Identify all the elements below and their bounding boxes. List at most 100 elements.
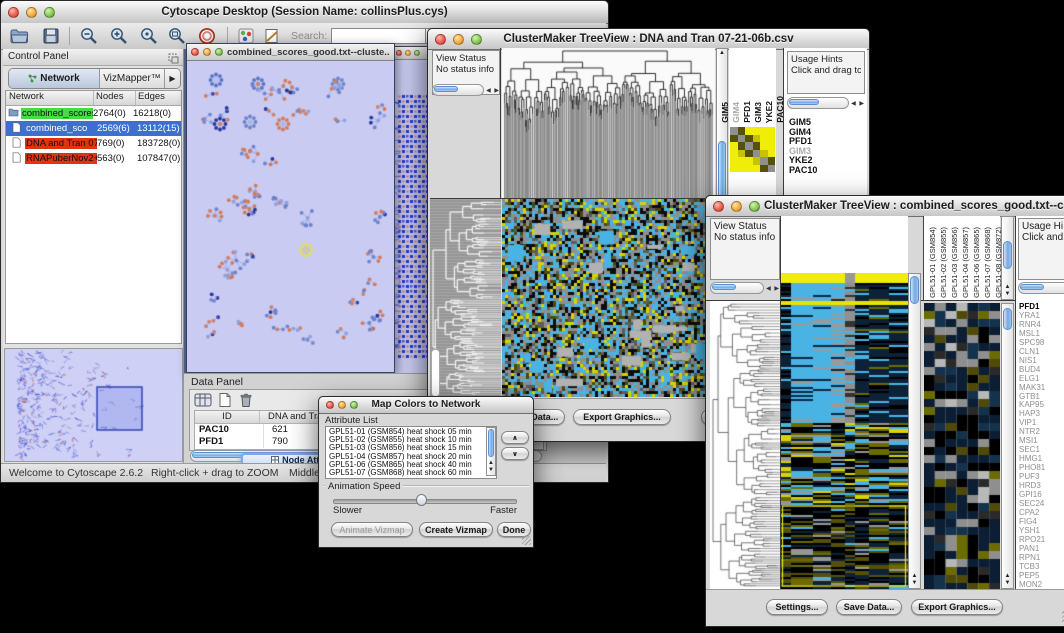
tv1-matrix-cell[interactable] <box>730 157 738 165</box>
tv1-matrix-cell[interactable] <box>730 150 738 158</box>
tv2-gene-label[interactable]: HAP3 <box>1019 410 1064 419</box>
move-up-button[interactable]: ∧ <box>501 431 529 444</box>
tab-network[interactable]: Network <box>9 69 100 88</box>
attribute-list-item[interactable]: GPL51-01 (GSM854) heat shock 05 min <box>327 428 485 436</box>
network-canvas[interactable] <box>188 62 391 370</box>
tv1-matrix-cell[interactable] <box>760 165 768 173</box>
tv1-matrix-cell[interactable] <box>760 135 768 143</box>
tv1-matrix-cell[interactable] <box>760 157 768 165</box>
tv1-matrix-cell[interactable] <box>738 165 746 173</box>
zoom-window-icon[interactable] <box>414 50 420 56</box>
tv2-gene-label[interactable]: GTB1 <box>1019 393 1064 402</box>
close-icon[interactable] <box>191 48 199 56</box>
tv1-column-label[interactable]: GIM3 <box>753 102 763 123</box>
tv2-gene-label[interactable]: MAK31 <box>1019 384 1064 393</box>
create-vizmap-button[interactable]: Create Vizmap <box>419 522 493 537</box>
zoom-window-icon[interactable] <box>749 201 760 212</box>
animate-vizmap-button[interactable]: Animate Vizmap <box>331 522 413 537</box>
minimize-icon[interactable] <box>405 50 411 56</box>
tv1-matrix-cell[interactable] <box>730 165 738 173</box>
tv1-matrix-cell[interactable] <box>753 135 761 143</box>
tv1-matrix-cell[interactable] <box>745 165 753 173</box>
tv1-status-hscrollbar[interactable]: ◀ ▶ <box>432 84 500 96</box>
tv2-hints-hscrollbar[interactable] <box>1018 282 1064 294</box>
tv2-gene-label[interactable]: HMG1 <box>1019 455 1064 464</box>
tv2-gene-label[interactable]: RNR4 <box>1019 321 1064 330</box>
tv2-gene-label[interactable]: PAN1 <box>1019 545 1064 554</box>
tv2-gene-label[interactable]: HRD3 <box>1019 482 1064 491</box>
tv2-gene-label[interactable]: PEP5 <box>1019 572 1064 581</box>
attribute-list-item[interactable]: GPL51-04 (GSM857) heat shock 20 min <box>327 453 485 461</box>
col-id[interactable]: ID <box>195 411 260 423</box>
network-name[interactable]: RNAPuberNov2+ <box>25 153 97 164</box>
attribute-list-vscrollbar[interactable]: ▲▼ <box>486 427 496 476</box>
tv2-zoom-heatmap[interactable] <box>924 303 1000 589</box>
tv2-gene-label[interactable]: PUF3 <box>1019 473 1064 482</box>
col-edges[interactable]: Edges <box>136 91 181 105</box>
tv1-matrix-cell[interactable] <box>738 142 746 150</box>
tv1-export-graphics-button[interactable]: Export Graphics... <box>573 409 671 425</box>
tv1-matrix-cell[interactable] <box>738 157 746 165</box>
open-file-button[interactable] <box>9 26 29 51</box>
tv1-column-dendrogram[interactable] <box>502 48 715 198</box>
tv2-export-graphics-button[interactable]: Export Graphics... <box>911 599 1003 615</box>
tv1-matrix-cell[interactable] <box>745 142 753 150</box>
tv2-gene-label[interactable]: NTR2 <box>1019 428 1064 437</box>
attribute-list-item[interactable]: GPL51-03 (GSM856) heat shock 15 min <box>327 444 485 452</box>
tv1-left-dendro-scrollbar[interactable] <box>431 349 440 397</box>
tv1-matrix-cell[interactable] <box>768 135 776 143</box>
tv1-matrix-cell[interactable] <box>738 127 746 135</box>
tv2-gene-label[interactable]: CLN1 <box>1019 348 1064 357</box>
tv1-gene-label[interactable]: GIM4 <box>789 128 865 138</box>
tv2-save-data-button[interactable]: Save Data... <box>836 599 902 615</box>
tv1-matrix-cell[interactable] <box>768 127 776 135</box>
tv2-labels-vscrollbar[interactable]: ▲▼ <box>1001 216 1014 300</box>
tv1-matrix-cell[interactable] <box>753 157 761 165</box>
search-input[interactable] <box>331 28 429 44</box>
attribute-list-item[interactable]: GPL51-06 (GSM865) heat shock 40 min <box>327 461 485 469</box>
tv2-gene-label[interactable]: BUD4 <box>1019 366 1064 375</box>
tv1-matrix-cell[interactable] <box>738 135 746 143</box>
zoom-fit-button[interactable] <box>139 26 159 51</box>
tv2-titlebar[interactable]: ClusterMaker TreeView : combined_scores_… <box>706 196 1064 217</box>
tv2-gene-label[interactable]: TCB3 <box>1019 563 1064 572</box>
tv2-column-label[interactable]: GPL51-04 (GSM857) <box>961 227 970 298</box>
network-table-row[interactable]: combined_scores2764(0)16218(0) <box>6 106 181 121</box>
tv1-matrix-cell[interactable] <box>768 165 776 173</box>
tv1-matrix-cell[interactable] <box>745 157 753 165</box>
tv1-column-label[interactable]: YKE2 <box>764 101 774 123</box>
float-panel-button[interactable] <box>168 51 179 69</box>
main-titlebar[interactable]: Cytoscape Desktop (Session Name: collins… <box>1 1 608 24</box>
tv2-column-label[interactable]: GPL51-07 (GSM868) <box>983 227 992 298</box>
tv2-status-hscrollbar[interactable]: ◀ ▶ <box>710 282 780 294</box>
tv2-zoom-vscrollbar[interactable]: ▲▼ <box>1001 303 1014 589</box>
tv2-gene-label[interactable]: RPO21 <box>1019 536 1064 545</box>
tv1-matrix-cell[interactable] <box>753 165 761 173</box>
tv2-gene-label[interactable]: SEC1 <box>1019 446 1064 455</box>
tv2-global-heatmap[interactable] <box>781 273 908 589</box>
tv2-column-label[interactable]: GPL51-02 (GSM855) <box>939 227 948 298</box>
tv1-column-label[interactable]: GIM5 <box>720 102 730 123</box>
minimize-icon[interactable] <box>731 201 742 212</box>
tv2-row-dendrogram[interactable] <box>710 301 780 589</box>
attribute-list-item[interactable]: GPL51-07 (GSM868) heat shock 60 min <box>327 469 485 477</box>
tv1-matrix-cell[interactable] <box>753 150 761 158</box>
tv1-global-heatmap[interactable] <box>502 199 715 397</box>
dialog-titlebar[interactable]: Map Colors to Network <box>319 397 533 414</box>
tv1-column-label[interactable]: PFD1 <box>742 101 752 123</box>
done-button[interactable]: Done <box>497 522 531 537</box>
tv1-matrix-cell[interactable] <box>753 142 761 150</box>
tv1-matrix-cell[interactable] <box>760 142 768 150</box>
tv1-matrix-cell[interactable] <box>745 135 753 143</box>
tv1-zoom-heatmap[interactable] <box>730 127 775 172</box>
tv2-settings-button[interactable]: Settings... <box>766 599 828 615</box>
tv2-gene-label[interactable]: GPI16 <box>1019 491 1064 500</box>
zoom-selected-button[interactable] <box>167 26 187 51</box>
network-window-titlebar[interactable]: combined_scores_good.txt--cluste... <box>187 44 394 61</box>
tv1-matrix-cell[interactable] <box>730 135 738 143</box>
tv1-matrix-cell[interactable] <box>760 127 768 135</box>
tv1-matrix-cell[interactable] <box>768 157 776 165</box>
network-name[interactable]: combined_scores <box>21 108 93 119</box>
network-table-row[interactable]: combined_sco2569(6)13112(15) <box>6 121 181 136</box>
tv1-gene-label[interactable]: YKE2 <box>789 156 865 166</box>
